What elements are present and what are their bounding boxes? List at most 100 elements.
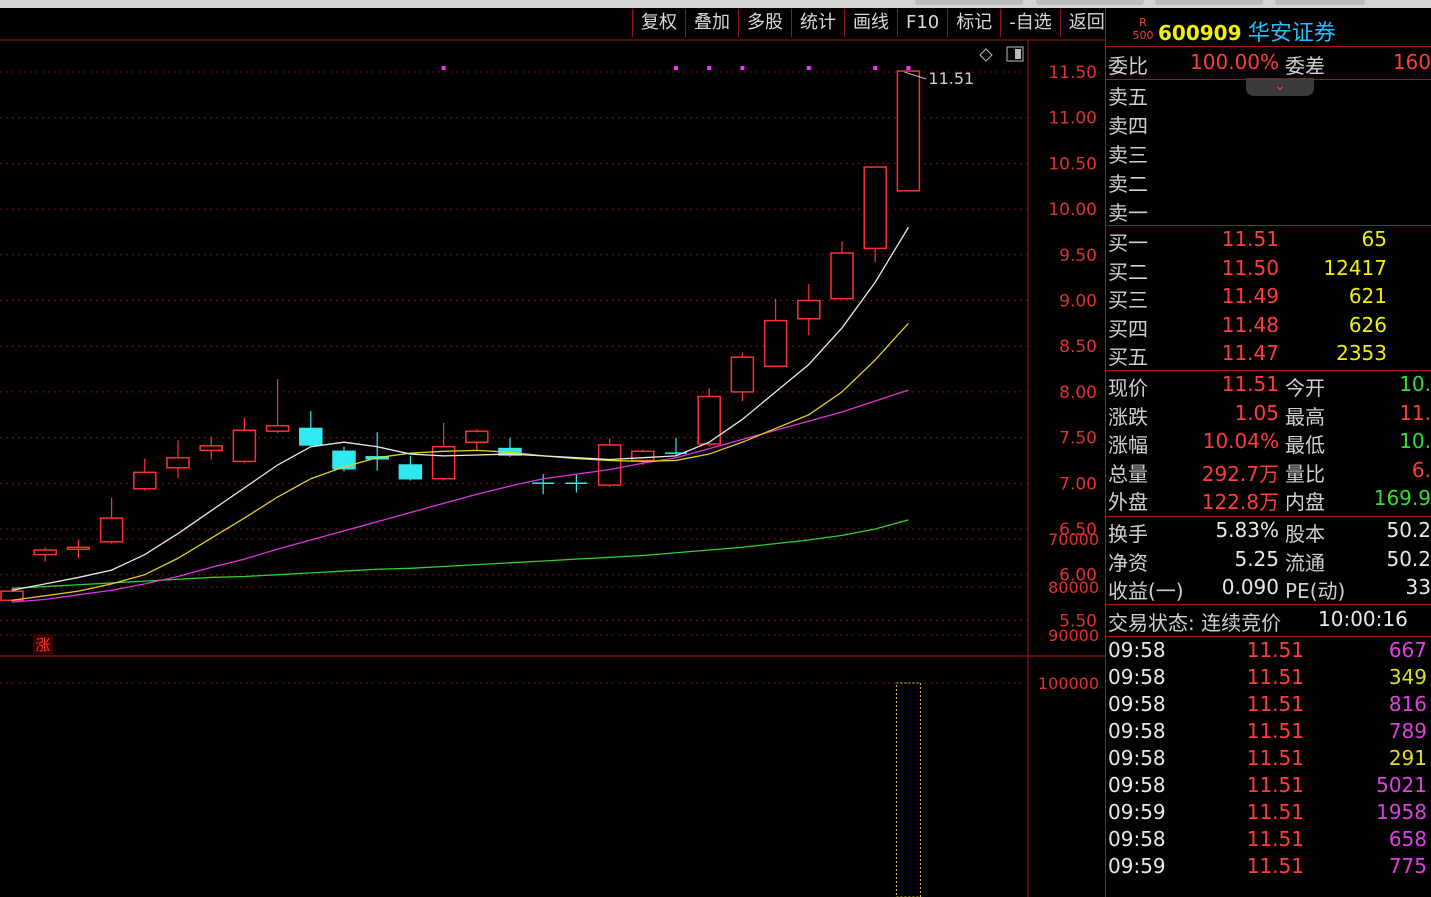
volume-tick-label: 70000 xyxy=(1048,530,1099,549)
candle-body xyxy=(265,424,290,432)
candle-body xyxy=(133,471,157,490)
candle-body xyxy=(763,319,788,368)
buy-label: 买三 xyxy=(1108,288,1148,312)
price-tick-label: 7.50 xyxy=(1059,429,1097,449)
price-tick-label: 10.50 xyxy=(1048,154,1097,174)
tick-price: 11.51 xyxy=(1246,773,1304,797)
stock-code: 600909 xyxy=(1158,21,1242,45)
candle-body xyxy=(199,445,223,452)
weicha-value: 160 xyxy=(1392,50,1431,74)
limit-up-dot xyxy=(740,66,745,70)
toolbar-button-6[interactable]: 标记 xyxy=(947,9,1000,37)
candle-body xyxy=(863,166,887,250)
buy-label: 买五 xyxy=(1108,345,1148,369)
buy-volume: 626 xyxy=(1348,312,1387,337)
toolbar-button-3[interactable]: 统计 xyxy=(791,9,844,37)
stat-value: 1.05 xyxy=(1234,400,1279,425)
tick-row: 09:58 11.51 658 xyxy=(1108,827,1431,855)
fund-row: 换手 5.83% 股本 50.2 xyxy=(1108,518,1431,546)
toolbar-button-2[interactable]: 多股 xyxy=(738,9,791,37)
tick-row: 09:58 11.51 667 xyxy=(1108,638,1431,666)
buy-price: 11.50 xyxy=(1221,255,1279,280)
tick-volume: 816 xyxy=(1388,692,1427,716)
price-tick-label: 7.00 xyxy=(1059,474,1097,494)
fund-value: 0.090 xyxy=(1221,575,1279,599)
stat-value-2: 11. xyxy=(1399,400,1431,425)
fund-label-2: 流通 xyxy=(1285,550,1325,575)
candle-body xyxy=(797,299,821,320)
panel-divider xyxy=(1105,8,1106,897)
fund-label: 换手 xyxy=(1108,522,1148,546)
candle-body xyxy=(597,444,622,486)
tick-price: 11.51 xyxy=(1246,719,1304,743)
weibi-value: 100.00% xyxy=(1190,50,1279,74)
trade-status-label: 交易状态: 连续竞价 xyxy=(1108,611,1282,635)
toolbar-button-4[interactable]: 画线 xyxy=(844,9,897,37)
limit-up-dot xyxy=(674,66,678,70)
fund-value-2: 50.2 xyxy=(1386,518,1431,542)
buy-row: 买二 11.50 12417 xyxy=(1108,256,1431,284)
ma-line-white xyxy=(11,227,909,591)
tick-time: 09:58 xyxy=(1108,746,1166,770)
tick-row: 09:58 11.51 789 xyxy=(1108,719,1431,747)
stat-value-2: 10. xyxy=(1399,372,1431,396)
tick-price: 11.51 xyxy=(1246,827,1304,851)
tick-time: 09:58 xyxy=(1108,638,1166,662)
stock-title[interactable]: 600909 华安证券 xyxy=(1158,15,1336,47)
stat-value-2: 169.9 xyxy=(1373,486,1431,510)
tick-volume: 667 xyxy=(1388,638,1427,662)
index-badge: R 500 xyxy=(1131,16,1155,46)
tick-time: 09:58 xyxy=(1108,692,1166,716)
candle-body xyxy=(830,252,854,300)
limit-up-dot xyxy=(806,66,811,70)
sell-label: 卖五 xyxy=(1108,85,1148,109)
limit-up-dot xyxy=(441,66,446,70)
stat-label: 现价 xyxy=(1108,376,1148,400)
candle-body xyxy=(398,464,423,480)
stat-label: 涨幅 xyxy=(1108,433,1148,457)
price-tick-label: 11.00 xyxy=(1048,109,1097,129)
fund-row: 收益(一) 0.090 PE(动) 33 xyxy=(1108,575,1431,603)
diamond-icon[interactable] xyxy=(979,48,993,62)
volume-bar xyxy=(895,682,921,897)
tick-row: 09:58 11.51 816 xyxy=(1108,692,1431,720)
chart-toolbar: 复权 叠加 多股 统计 画线 F10 标记 -自选 返回 xyxy=(632,9,1113,39)
candle-body xyxy=(332,450,356,470)
stat-label-2: 今开 xyxy=(1285,376,1325,400)
limit-up-dot xyxy=(906,66,911,70)
stat-value: 122.8万 xyxy=(1201,490,1279,514)
limit-up-mark: 涨 xyxy=(35,636,50,654)
ma-line-magenta xyxy=(11,389,909,603)
candle-body xyxy=(465,430,489,443)
stat-row: 涨跌 1.05 最高 11. xyxy=(1108,401,1431,429)
buy-label: 买一 xyxy=(1108,231,1148,255)
price-tick-label: 8.50 xyxy=(1059,337,1097,357)
trade-status: 交易状态: 连续竞价 10:00:16 xyxy=(1108,607,1431,635)
toolbar-button-7[interactable]: -自选 xyxy=(1000,9,1060,37)
tick-time: 09:59 xyxy=(1108,854,1166,878)
stat-row: 现价 11.51 今开 10. xyxy=(1108,372,1431,400)
toolbar-button-1[interactable]: 叠加 xyxy=(685,9,738,37)
tick-volume: 349 xyxy=(1388,665,1427,689)
sell-row: 卖一 xyxy=(1108,197,1431,225)
price-tick-label: 10.00 xyxy=(1048,200,1097,220)
fund-label: 净资 xyxy=(1108,550,1148,575)
tick-row: 09:59 11.51 1958 xyxy=(1108,800,1431,828)
fund-row: 净资 5.25 流通 50.2 xyxy=(1108,547,1431,575)
tick-price: 11.51 xyxy=(1246,746,1304,770)
stat-value: 11.51 xyxy=(1221,372,1279,396)
sell-row: 卖五 xyxy=(1108,81,1431,109)
weibi-label: 委比 xyxy=(1108,54,1148,78)
toolbar-button-5[interactable]: F10 xyxy=(897,9,947,37)
fund-value: 5.25 xyxy=(1234,546,1279,571)
buy-label: 买四 xyxy=(1108,316,1148,341)
buy-row: 买四 11.48 626 xyxy=(1108,313,1431,341)
weicha-label: 委差 xyxy=(1285,54,1325,78)
tick-time: 09:59 xyxy=(1108,800,1166,824)
candle-body xyxy=(631,450,655,462)
tick-volume: 5021 xyxy=(1376,773,1427,797)
tick-volume: 1958 xyxy=(1376,800,1427,824)
price-tick-label: 9.50 xyxy=(1059,246,1097,266)
kline-chart[interactable]: 11.50 11.00 10.50 10.00 9.50 9.00 8.50 8.00 7.50… xyxy=(0,0,1106,897)
toolbar-button-0[interactable]: 复权 xyxy=(632,9,685,37)
